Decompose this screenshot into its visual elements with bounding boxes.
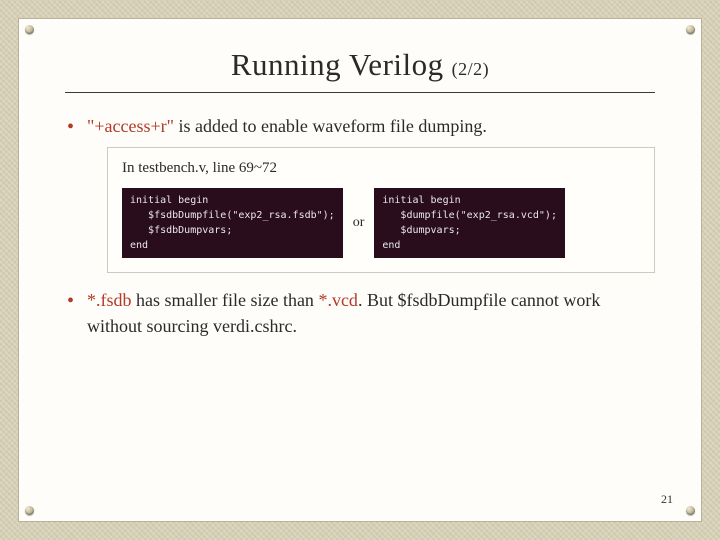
- code-box: In testbench.v, line 69~72 initial begin…: [107, 147, 655, 273]
- corner-stud-tl: [25, 25, 34, 34]
- slide-title: Running Verilog: [231, 47, 444, 82]
- slide-title-suffix: (2/2): [452, 59, 490, 79]
- bullet-2-part-1: has smaller file size than: [132, 290, 319, 310]
- bullet-list: "+access+r" is added to enable waveform …: [65, 113, 655, 339]
- slide: Running Verilog (2/2) "+access+r" is add…: [18, 18, 702, 522]
- code-row: initial begin $fsdbDumpfile("exp2_rsa.fs…: [122, 188, 640, 258]
- title-wrap: Running Verilog (2/2): [65, 47, 655, 83]
- corner-stud-tr: [686, 25, 695, 34]
- title-rule: [65, 92, 655, 93]
- bullet-1-rest: is added to enable waveform file dumping…: [174, 116, 487, 136]
- code-box-title: In testbench.v, line 69~72: [122, 158, 640, 180]
- bullet-2-part-2: *.vcd: [318, 290, 358, 310]
- code-left: initial begin $fsdbDumpfile("exp2_rsa.fs…: [122, 188, 343, 258]
- corner-stud-br: [686, 506, 695, 515]
- corner-stud-bl: [25, 506, 34, 515]
- or-label: or: [353, 213, 365, 233]
- code-right: initial begin $dumpfile("exp2_rsa.vcd");…: [374, 188, 565, 258]
- bullet-1-option: "+access+r": [87, 116, 174, 136]
- bullet-1: "+access+r" is added to enable waveform …: [65, 113, 655, 273]
- page-number: 21: [661, 492, 673, 507]
- bullet-2-part-0: *.fsdb: [87, 290, 132, 310]
- bullet-2: *.fsdb has smaller file size than *.vcd.…: [65, 287, 655, 339]
